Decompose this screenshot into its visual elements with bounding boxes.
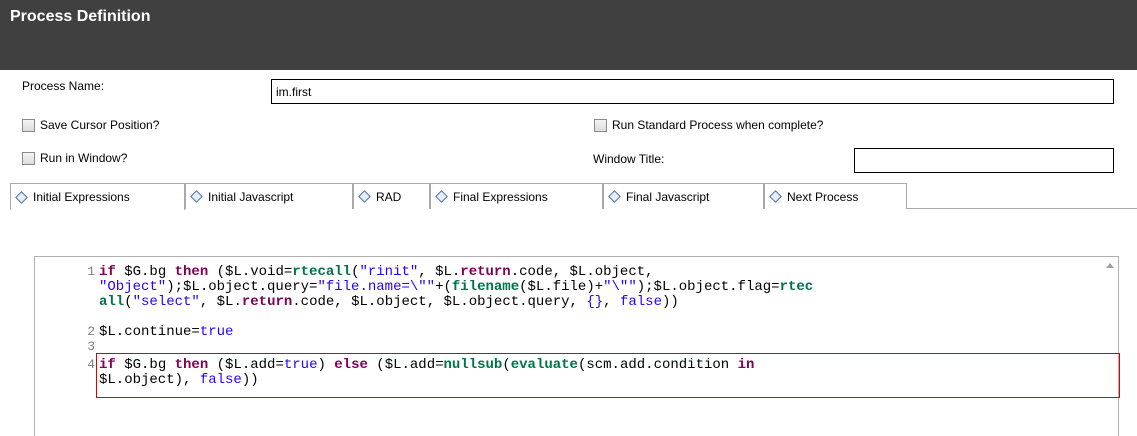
code-line: "Object");$L.object.query="file.name=\""… bbox=[99, 279, 813, 295]
code-token: "select" bbox=[132, 294, 200, 310]
code-line: if $G.bg then ($L.void=rtecall("rinit", … bbox=[99, 264, 654, 280]
code-token: {} bbox=[586, 294, 604, 310]
tab-rad[interactable]: RAD bbox=[353, 183, 430, 209]
window-title-label: Window Title: bbox=[593, 152, 665, 166]
code-token: );$L.object.query= bbox=[166, 279, 318, 295]
code-token: ($L.file)+ bbox=[519, 279, 604, 295]
run-in-window-checkbox[interactable]: Run in Window? bbox=[22, 151, 127, 165]
code-line: all("select", $L.return.code, $L.object,… bbox=[99, 294, 679, 310]
code-token: );$L.object.flag= bbox=[636, 279, 780, 295]
tab-final-javascript[interactable]: Final Javascript bbox=[603, 183, 764, 209]
code-token: , $L. bbox=[418, 264, 461, 280]
run-standard-label: Run Standard Process when complete? bbox=[612, 118, 824, 132]
scroll-up-arrow-icon[interactable] bbox=[1106, 263, 1114, 268]
tab-bar: Initial Expressions Initial Javascript R… bbox=[10, 183, 1137, 210]
code-token: , bbox=[603, 294, 620, 310]
code-token: then bbox=[174, 264, 209, 280]
checkbox-box[interactable] bbox=[22, 151, 35, 165]
selection-highlight-box bbox=[96, 353, 1120, 398]
tab-label: Initial Expressions bbox=[33, 190, 130, 204]
code-token: return bbox=[241, 294, 293, 310]
diamond-icon bbox=[769, 190, 782, 203]
tab-next-process[interactable]: Next Process bbox=[764, 183, 907, 209]
process-name-label: Process Name: bbox=[22, 79, 105, 93]
code-token: true bbox=[199, 324, 234, 340]
code-editor[interactable]: 1 2 3 4 if $G.bg then ($L.void=rtecall("… bbox=[34, 256, 1120, 436]
code-token: "Object" bbox=[99, 279, 167, 295]
diamond-icon bbox=[608, 190, 621, 203]
run-standard-checkbox[interactable]: Run Standard Process when complete? bbox=[594, 118, 823, 132]
code-token: return bbox=[460, 264, 511, 280]
code-token: "file.name=\"" bbox=[317, 279, 436, 295]
save-cursor-label: Save Cursor Position? bbox=[40, 118, 160, 132]
page-title: Process Definition bbox=[10, 8, 151, 25]
code-token: ( bbox=[124, 294, 133, 310]
code-token: rtec bbox=[779, 279, 814, 295]
line-number: 2 bbox=[87, 324, 95, 339]
code-token: if bbox=[99, 264, 116, 280]
code-token: , $L. bbox=[199, 294, 242, 310]
diamond-icon bbox=[435, 190, 448, 203]
run-in-window-label: Run in Window? bbox=[40, 151, 128, 165]
code-token: all bbox=[99, 294, 125, 310]
tab-initial-expressions[interactable]: Initial Expressions bbox=[10, 183, 185, 210]
tab-label: RAD bbox=[376, 189, 402, 204]
process-name-input[interactable]: im.first bbox=[271, 79, 1114, 104]
line-number: 4 bbox=[87, 357, 95, 372]
code-token: rtecall bbox=[292, 264, 352, 280]
code-line: $L.continue=true bbox=[99, 324, 233, 340]
code-token: filename bbox=[451, 279, 520, 295]
tab-label: Final Javascript bbox=[626, 189, 710, 204]
tab-final-expressions[interactable]: Final Expressions bbox=[430, 183, 603, 209]
code-token: +( bbox=[435, 279, 452, 295]
tab-label: Initial Javascript bbox=[208, 189, 294, 204]
title-bar: Process Definition bbox=[0, 0, 1137, 70]
window-title-input[interactable] bbox=[854, 148, 1114, 173]
code-token: .code, $L.object, bbox=[510, 264, 654, 280]
diamond-icon bbox=[190, 190, 203, 203]
tab-initial-javascript[interactable]: Initial Javascript bbox=[185, 183, 353, 209]
code-token: $L.continue= bbox=[99, 324, 200, 340]
checkbox-box[interactable] bbox=[594, 118, 607, 132]
code-token: $G.bg bbox=[115, 264, 175, 280]
code-token: .code, $L.object, $L.object.query, bbox=[292, 294, 587, 310]
line-number: 1 bbox=[87, 264, 95, 279]
code-token: "rinit" bbox=[359, 264, 419, 280]
tab-label: Next Process bbox=[787, 189, 859, 204]
line-number: 3 bbox=[87, 339, 95, 354]
code-token: "\"" bbox=[603, 279, 637, 295]
code-token: )) bbox=[661, 294, 679, 310]
save-cursor-checkbox[interactable]: Save Cursor Position? bbox=[22, 118, 159, 132]
checkbox-box[interactable] bbox=[22, 118, 35, 132]
code-token: false bbox=[619, 294, 662, 310]
tab-label: Final Expressions bbox=[453, 189, 548, 204]
diamond-icon bbox=[15, 190, 28, 204]
code-token: ($L.void= bbox=[208, 264, 293, 280]
diamond-icon bbox=[358, 190, 371, 203]
